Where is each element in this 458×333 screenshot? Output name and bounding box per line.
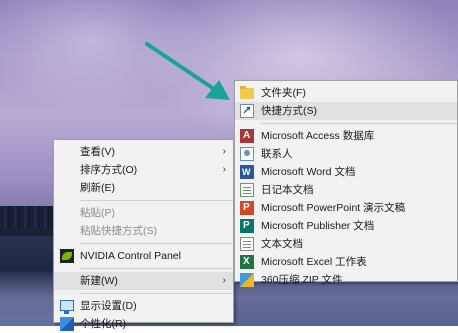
desktop-context-menu: 查看(V) › 排序方式(O) › 刷新(E) 粘贴(P) 粘贴快捷方式(S) … <box>53 139 234 331</box>
menu-separator <box>80 200 233 201</box>
chevron-right-icon: › <box>222 275 226 286</box>
menu-item-label: 联系人 <box>261 148 293 160</box>
menu-item-label: 快捷方式(S) <box>261 105 317 117</box>
menu-separator <box>261 123 457 124</box>
submenu-item-powerpoint[interactable]: Microsoft PowerPoint 演示文稿 <box>235 199 457 217</box>
personalize-icon <box>60 317 74 331</box>
word-icon <box>240 165 254 179</box>
menu-item-label: 360压缩 ZIP 文件 <box>261 274 343 286</box>
submenu-item-contact[interactable]: 联系人 <box>235 145 457 163</box>
submenu-item-publisher[interactable]: Microsoft Publisher 文档 <box>235 217 457 235</box>
access-icon <box>240 129 254 143</box>
submenu-item-shortcut[interactable]: 快捷方式(S) <box>235 102 457 120</box>
menu-item-label: Microsoft Word 文档 <box>261 166 356 178</box>
menu-item-label: Microsoft PowerPoint 演示文稿 <box>261 202 406 214</box>
menu-item-label: 刷新(E) <box>80 182 115 194</box>
menu-separator <box>80 268 233 269</box>
display-settings-icon <box>60 300 74 314</box>
menu-item-label: Microsoft Publisher 文档 <box>261 220 375 232</box>
menu-item-new[interactable]: 新建(W) › <box>54 272 233 290</box>
menu-separator <box>80 243 233 244</box>
menu-item-label: 排序方式(O) <box>80 164 138 176</box>
powerpoint-icon <box>240 201 254 215</box>
menu-item-label: Microsoft Access 数据库 <box>261 130 375 142</box>
submenu-item-excel-worksheet[interactable]: Microsoft Excel 工作表 <box>235 253 457 271</box>
menu-item-label: 日记本文档 <box>261 184 314 196</box>
chevron-right-icon: › <box>222 164 226 175</box>
menu-item-label: 文本文档 <box>261 238 303 250</box>
menu-item-label: 文件夹(F) <box>261 87 306 99</box>
submenu-item-access-database[interactable]: Microsoft Access 数据库 <box>235 127 457 145</box>
menu-item-label: 粘贴(P) <box>80 207 115 219</box>
zip-icon <box>240 273 254 287</box>
menu-item-refresh[interactable]: 刷新(E) <box>54 179 233 197</box>
menu-item-label: 个性化(R) <box>80 318 127 330</box>
excel-icon <box>240 255 254 269</box>
menu-item-label: 显示设置(D) <box>80 300 137 312</box>
new-submenu: 文件夹(F) 快捷方式(S) Microsoft Access 数据库 联系人 … <box>234 80 458 287</box>
menu-item-sort-by[interactable]: 排序方式(O) › <box>54 161 233 179</box>
menu-item-label: 新建(W) <box>80 275 118 287</box>
shortcut-icon <box>240 102 254 120</box>
text-document-icon <box>240 237 254 251</box>
submenu-item-zip-file[interactable]: 360压缩 ZIP 文件 <box>235 271 457 289</box>
menu-separator <box>80 293 233 294</box>
submenu-item-text-document[interactable]: 文本文档 <box>235 235 457 253</box>
menu-item-display-settings[interactable]: 显示设置(D) <box>54 297 233 315</box>
menu-item-paste[interactable]: 粘贴(P) <box>54 204 233 222</box>
menu-item-personalize[interactable]: 个性化(R) <box>54 315 233 333</box>
menu-item-paste-shortcut[interactable]: 粘贴快捷方式(S) <box>54 222 233 240</box>
submenu-item-folder[interactable]: 文件夹(F) <box>235 84 457 102</box>
folder-icon <box>240 86 254 99</box>
publisher-icon <box>240 219 254 233</box>
contact-icon <box>240 147 254 161</box>
menu-item-label: 粘贴快捷方式(S) <box>80 225 157 237</box>
journal-icon <box>240 183 254 197</box>
menu-item-label: NVIDIA Control Panel <box>80 250 181 262</box>
submenu-item-journal-document[interactable]: 日记本文档 <box>235 181 457 199</box>
menu-item-label: 查看(V) <box>80 146 115 158</box>
submenu-item-word-document[interactable]: Microsoft Word 文档 <box>235 163 457 181</box>
chevron-right-icon: › <box>222 146 226 157</box>
menu-item-nvidia-control-panel[interactable]: NVIDIA Control Panel <box>54 247 233 265</box>
menu-item-view[interactable]: 查看(V) › <box>54 143 233 161</box>
nvidia-icon <box>60 249 74 263</box>
menu-item-label: Microsoft Excel 工作表 <box>261 256 367 268</box>
